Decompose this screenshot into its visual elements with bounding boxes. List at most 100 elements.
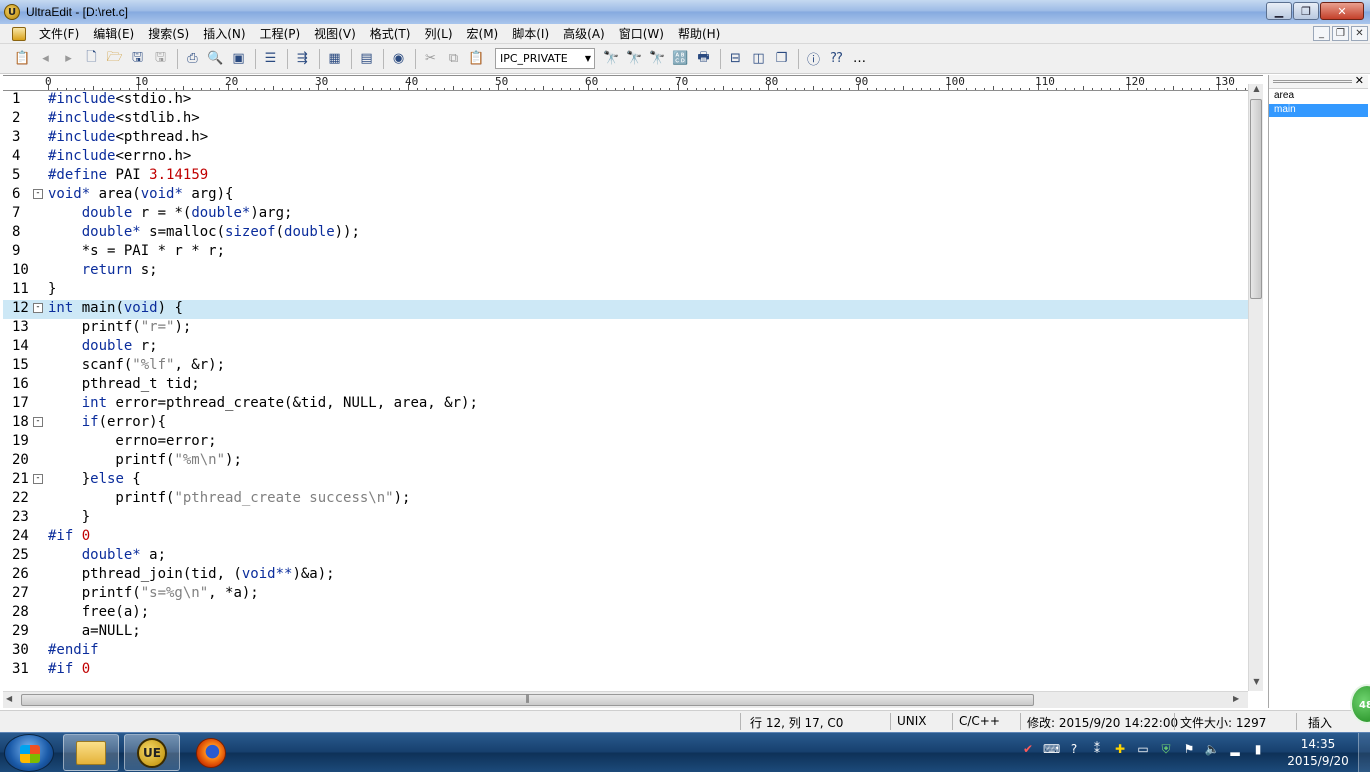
menu-format[interactable]: 格式(T) bbox=[363, 25, 418, 42]
split-vertical-icon[interactable]: ◫ bbox=[748, 48, 769, 69]
function-item-main[interactable]: main bbox=[1269, 104, 1368, 117]
volume-icon[interactable]: 🔈 bbox=[1204, 741, 1220, 757]
scroll-left-arrow[interactable]: ◀ bbox=[6, 694, 18, 703]
print-setup-icon[interactable]: ▣ bbox=[228, 48, 249, 69]
code-line[interactable]: 26 pthread_join(tid, (void**)&a); bbox=[3, 566, 1248, 585]
menu-insert[interactable]: 插入(N) bbox=[196, 25, 252, 42]
info-icon[interactable]: ⓘ bbox=[803, 48, 824, 69]
menu-advanced[interactable]: 高级(A) bbox=[556, 25, 612, 42]
close-panel-icon[interactable]: ✕ bbox=[1355, 74, 1364, 87]
menu-project[interactable]: 工程(P) bbox=[253, 25, 308, 42]
menu-edit[interactable]: 编辑(E) bbox=[86, 25, 141, 42]
code-editor[interactable]: 1 #include<stdio.h> 2 #include<stdlib.h> 3 #i… bbox=[3, 91, 1248, 691]
code-line[interactable]: 7 double r = *(double*)arg; bbox=[3, 205, 1248, 224]
paste-icon[interactable]: 📋 bbox=[466, 48, 487, 69]
code-line[interactable]: 14 double r; bbox=[3, 338, 1248, 357]
fold-toggle-icon[interactable]: - bbox=[33, 474, 43, 484]
horizontal-scrollbar[interactable]: ◀ ⫼ ▶ bbox=[3, 691, 1248, 708]
cascade-windows-icon[interactable]: ❐ bbox=[771, 48, 792, 69]
paste-special-icon[interactable]: 📋 bbox=[12, 48, 33, 69]
menu-script[interactable]: 脚本(I) bbox=[505, 25, 556, 42]
code-line[interactable]: 21- }else { bbox=[3, 471, 1248, 490]
doc-minimize-button[interactable]: _ bbox=[1313, 26, 1330, 41]
start-button[interactable] bbox=[4, 734, 54, 772]
taskbar-explorer[interactable] bbox=[63, 734, 119, 771]
save-all-icon[interactable]: 🖫 bbox=[150, 48, 171, 69]
clock[interactable]: 14:35 2015/9/20 bbox=[1283, 736, 1353, 770]
code-line[interactable]: 10 return s; bbox=[3, 262, 1248, 281]
scroll-up-arrow[interactable]: ▲ bbox=[1249, 84, 1264, 98]
back-arrow-icon[interactable]: ◂ bbox=[35, 48, 56, 69]
code-line[interactable]: 22 printf("pthread_create success\n"); bbox=[3, 490, 1248, 509]
spell-check-icon[interactable]: ▤ bbox=[356, 48, 377, 69]
code-line[interactable]: 25 double* a; bbox=[3, 547, 1248, 566]
document-icon[interactable] bbox=[12, 26, 26, 41]
save-icon[interactable]: 🖫 bbox=[127, 48, 148, 69]
code-line[interactable]: 11} bbox=[3, 281, 1248, 300]
code-line[interactable]: 28 free(a); bbox=[3, 604, 1248, 623]
code-line[interactable]: 27 printf("s=%g\n", *a); bbox=[3, 585, 1248, 604]
code-line[interactable]: 17 int error=pthread_create(&tid, NULL, … bbox=[3, 395, 1248, 414]
find-in-files-icon[interactable]: 🖶 bbox=[693, 48, 714, 69]
action-center-flag-icon[interactable]: ⚑ bbox=[1181, 741, 1197, 757]
power-icon[interactable]: ▮ bbox=[1250, 741, 1266, 757]
cut-icon[interactable]: ✂ bbox=[420, 48, 441, 69]
copy-icon[interactable]: ⧉ bbox=[443, 48, 464, 69]
taskbar-firefox[interactable] bbox=[183, 734, 239, 771]
code-line[interactable]: 31 #if 0 bbox=[3, 661, 1248, 680]
clipboard-combo[interactable]: IPC_PRIVATE ▼ bbox=[495, 48, 595, 69]
menu-window[interactable]: 窗口(W) bbox=[612, 25, 671, 42]
menu-file[interactable]: 文件(F) bbox=[32, 25, 86, 42]
code-line[interactable]: 5 #define PAI 3.14159 bbox=[3, 167, 1248, 186]
replace-icon[interactable]: 🔠 bbox=[670, 48, 691, 69]
properties-icon[interactable]: ☰ bbox=[260, 48, 281, 69]
menu-macro[interactable]: 宏(M) bbox=[460, 25, 506, 42]
vertical-scrollbar[interactable]: ▲ ▼ bbox=[1248, 84, 1263, 691]
open-folder-icon[interactable]: 🗁 bbox=[104, 48, 125, 69]
code-line[interactable]: 2 #include<stdlib.h> bbox=[3, 110, 1248, 129]
function-item-area[interactable]: area bbox=[1269, 90, 1368, 103]
language-status[interactable]: C/C++ bbox=[959, 714, 1000, 728]
panel-grip[interactable] bbox=[1273, 80, 1352, 83]
fold-toggle-icon[interactable]: - bbox=[33, 189, 43, 199]
find-next-icon[interactable]: 🔭 bbox=[624, 48, 645, 69]
fold-toggle-icon[interactable]: - bbox=[33, 417, 43, 427]
maximize-button[interactable]: ❐ bbox=[1293, 2, 1319, 20]
doc-close-button[interactable]: ✕ bbox=[1351, 26, 1368, 41]
network-signal-icon[interactable]: ▂ bbox=[1227, 741, 1243, 757]
print-icon[interactable]: ⎙ bbox=[182, 48, 203, 69]
app-tray-icon[interactable]: ✔ bbox=[1020, 741, 1036, 757]
shield-icon[interactable]: ⛨ bbox=[1158, 741, 1174, 757]
tray-arrow-icon[interactable]: ⁑ bbox=[1089, 741, 1105, 757]
fold-toggle-icon[interactable]: - bbox=[33, 303, 43, 313]
find-icon[interactable]: 🔭 bbox=[601, 48, 622, 69]
help-icon[interactable]: ? bbox=[1066, 741, 1082, 757]
find-prev-icon[interactable]: 🔭 bbox=[647, 48, 668, 69]
split-horizontal-icon[interactable]: ⊟ bbox=[725, 48, 746, 69]
close-button[interactable]: ✕ bbox=[1320, 2, 1364, 20]
code-line[interactable]: 4 #include<errno.h> bbox=[3, 148, 1248, 167]
show-desktop-button[interactable] bbox=[1358, 733, 1370, 772]
doc-restore-button[interactable]: ❐ bbox=[1332, 26, 1349, 41]
new-file-icon[interactable]: 🗋 bbox=[81, 48, 102, 69]
menu-column[interactable]: 列(L) bbox=[417, 25, 459, 42]
code-line[interactable]: 16 pthread_t tid; bbox=[3, 376, 1248, 395]
code-line[interactable]: 3 #include<pthread.h> bbox=[3, 129, 1248, 148]
minimize-button[interactable]: ▁ bbox=[1266, 2, 1292, 20]
web-browser-icon[interactable]: ◉ bbox=[388, 48, 409, 69]
drive-icon[interactable]: ▭ bbox=[1135, 741, 1151, 757]
code-line[interactable]: 15 scanf("%lf", &r); bbox=[3, 357, 1248, 376]
insert-mode[interactable]: 插入 bbox=[1308, 714, 1332, 731]
code-line[interactable]: 29 a=NULL; bbox=[3, 623, 1248, 642]
scroll-right-arrow[interactable]: ▶ bbox=[1233, 694, 1245, 703]
code-line[interactable]: 30 #endif bbox=[3, 642, 1248, 661]
code-line[interactable]: 8 double* s=malloc(sizeof(double)); bbox=[3, 224, 1248, 243]
keyboard-icon[interactable]: ⌨ bbox=[1043, 741, 1060, 757]
context-help-icon[interactable]: ⁇ bbox=[826, 48, 847, 69]
menu-view[interactable]: 视图(V) bbox=[307, 25, 363, 42]
menu-search[interactable]: 搜索(S) bbox=[141, 25, 196, 42]
code-line[interactable]: 12- int main(void) { bbox=[3, 300, 1248, 319]
scroll-down-arrow[interactable]: ▼ bbox=[1249, 677, 1264, 691]
code-line[interactable]: 20 printf("%m\n"); bbox=[3, 452, 1248, 471]
forward-arrow-icon[interactable]: ▸ bbox=[58, 48, 79, 69]
